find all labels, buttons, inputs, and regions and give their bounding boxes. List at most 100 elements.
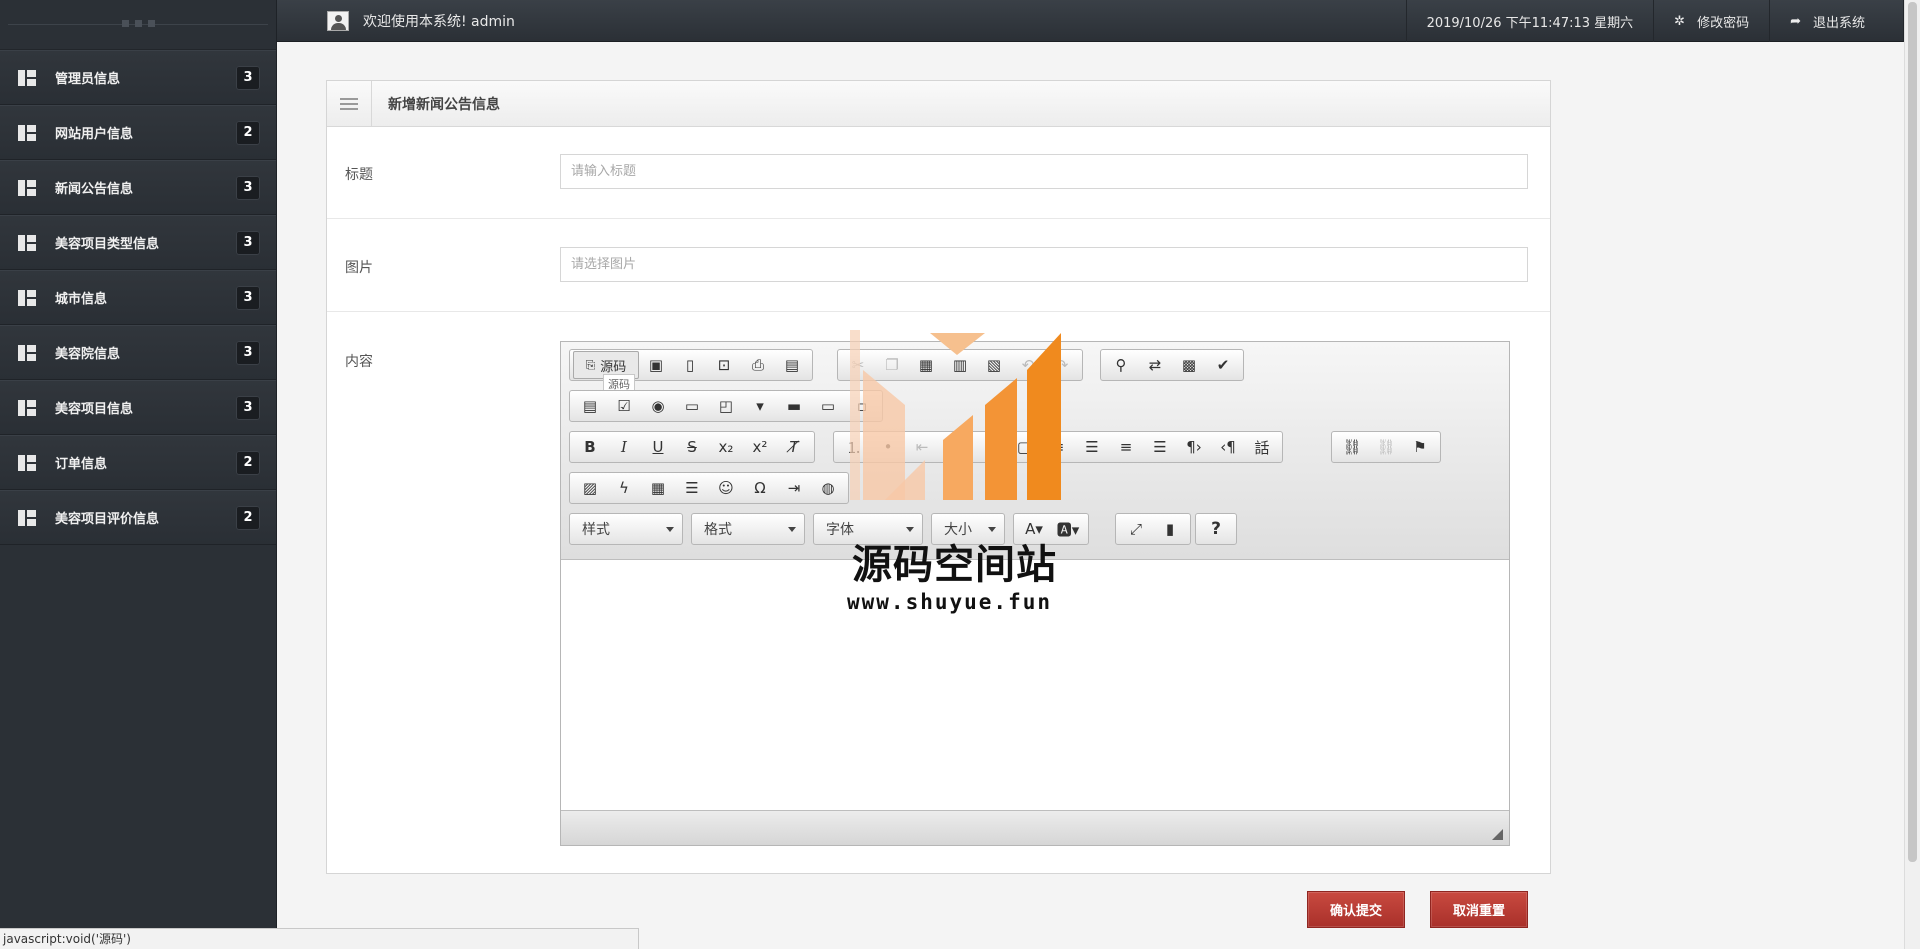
editor-toolbar: ⎘ 源码 ▣ ▯ ⊡ ⎙ ▤ 源码 ✂ ❐ ▦ ▥ ▧ ↶ ↷ ⚲ ⇄ ▩ ✔ … <box>561 342 1509 560</box>
indent-icon[interactable]: ⇥ <box>939 433 973 461</box>
count-badge: 3 <box>236 65 260 90</box>
sidebar-item[interactable]: 订单信息 2 <box>0 435 276 490</box>
blockquote-icon[interactable]: ❝ <box>973 433 1007 461</box>
toolbar-group-about: ? <box>1195 513 1237 545</box>
count-badge: 3 <box>236 285 260 310</box>
sidebar-item-label: 订单信息 <box>55 457 108 472</box>
paste-word-icon[interactable]: ▧ <box>977 351 1011 379</box>
remove-format-icon[interactable]: T̸ <box>777 433 811 461</box>
content-label: 内容 <box>345 354 373 370</box>
title-label: 标题 <box>345 167 373 183</box>
image-icon[interactable]: ▨ <box>573 474 607 502</box>
image-button-icon[interactable]: ▭ <box>811 392 845 420</box>
style-combo[interactable]: 样式 <box>569 513 683 545</box>
text-field-icon[interactable]: ▭ <box>675 392 709 420</box>
sidebar-item[interactable]: 网站用户信息 2 <box>0 105 276 160</box>
toolbar-group-links: ⛓ ⛓ ⚑ <box>1331 431 1441 463</box>
logout-button[interactable]: ➦ 退出系统 <box>1769 0 1904 42</box>
radio-icon[interactable]: ◉ <box>641 392 675 420</box>
rtl-icon[interactable]: ‹¶ <box>1211 433 1245 461</box>
font-combo[interactable]: 字体 <box>813 513 923 545</box>
sidebar-item[interactable]: 管理员信息 3 <box>0 50 276 105</box>
numbered-list-icon[interactable]: ⒈ <box>837 433 871 461</box>
find-icon[interactable]: ⚲ <box>1104 351 1138 379</box>
sidebar-item[interactable]: 美容项目评价信息 2 <box>0 490 276 545</box>
undo-icon[interactable]: ↶ <box>1011 351 1045 379</box>
anchor-flag-icon[interactable]: ⚑ <box>1403 433 1437 461</box>
preview-icon[interactable]: ⊡ <box>707 351 741 379</box>
ltr-icon[interactable]: ¶› <box>1177 433 1211 461</box>
div-icon[interactable]: ▢ <box>1007 433 1041 461</box>
cut-icon[interactable]: ✂ <box>841 351 875 379</box>
text-color-icon[interactable]: A▾ <box>1017 515 1051 543</box>
page-break-icon[interactable]: ⇥ <box>777 474 811 502</box>
submit-button[interactable]: 确认提交 <box>1307 891 1405 928</box>
reset-button[interactable]: 取消重置 <box>1430 891 1528 928</box>
checkbox-icon[interactable]: ☑ <box>607 392 641 420</box>
smiley-icon[interactable]: ☺ <box>709 474 743 502</box>
editor-footer <box>561 810 1509 845</box>
sidebar-item[interactable]: 美容项目信息 3 <box>0 380 276 435</box>
sidebar-item[interactable]: 城市信息 3 <box>0 270 276 325</box>
special-char-icon[interactable]: Ω <box>743 474 777 502</box>
link-icon[interactable]: ⛓ <box>1335 433 1369 461</box>
bulleted-list-icon[interactable]: • <box>871 433 905 461</box>
underline-icon[interactable]: U <box>641 433 675 461</box>
maximize-icon[interactable]: ⤢ <box>1119 515 1153 543</box>
title-row: 标题 <box>327 127 1550 219</box>
flash-icon[interactable]: ϟ <box>607 474 641 502</box>
change-password-button[interactable]: ✲ 修改密码 <box>1653 0 1769 42</box>
superscript-icon[interactable]: x² <box>743 433 777 461</box>
bg-color-icon[interactable]: 🅰▾ <box>1051 515 1085 543</box>
outdent-icon[interactable]: ⇤ <box>905 433 939 461</box>
spellcheck-icon[interactable]: ✔ <box>1206 351 1240 379</box>
button-field-icon[interactable]: ▬ <box>777 392 811 420</box>
sidebar-collapse-handle[interactable] <box>0 0 276 50</box>
paste-icon[interactable]: ▦ <box>909 351 943 379</box>
sidebar-item[interactable]: 新闻公告信息 3 <box>0 160 276 215</box>
sidebar-item[interactable]: 美容院信息 3 <box>0 325 276 380</box>
save-icon[interactable]: ▣ <box>639 351 673 379</box>
format-combo[interactable]: 格式 <box>691 513 805 545</box>
textarea-icon[interactable]: ◰ <box>709 392 743 420</box>
help-icon[interactable]: ? <box>1199 515 1233 543</box>
hidden-field-icon[interactable]: ▫ <box>845 392 879 420</box>
dashboard-layout-icon <box>18 69 36 86</box>
horizontal-rule-icon[interactable]: ☰ <box>675 474 709 502</box>
align-right-icon[interactable]: ≡ <box>1109 433 1143 461</box>
dashboard-layout-icon <box>18 344 36 361</box>
show-blocks-icon[interactable]: ▮ <box>1153 515 1187 543</box>
dashboard-layout-icon <box>18 179 36 196</box>
chevron-down-icon <box>988 527 996 532</box>
paste-text-icon[interactable]: ▥ <box>943 351 977 379</box>
scrollbar-thumb[interactable] <box>1908 2 1917 862</box>
iframe-globe-icon[interactable]: ◍ <box>811 474 845 502</box>
new-page-icon[interactable]: ▯ <box>673 351 707 379</box>
sidebar-item[interactable]: 美容项目类型信息 3 <box>0 215 276 270</box>
resize-handle-icon[interactable] <box>1492 829 1503 840</box>
bold-icon[interactable]: B <box>573 433 607 461</box>
italic-icon[interactable]: I <box>607 433 641 461</box>
align-justify-icon[interactable]: ☰ <box>1143 433 1177 461</box>
table-icon[interactable]: ▦ <box>641 474 675 502</box>
form-icon[interactable]: ▤ <box>573 392 607 420</box>
print-icon[interactable]: ⎙ <box>741 351 775 379</box>
align-center-icon[interactable]: ☰ <box>1075 433 1109 461</box>
align-left-icon[interactable]: ≡ <box>1041 433 1075 461</box>
toolbar-group-tools: ⤢ ▮ <box>1115 513 1191 545</box>
vertical-scrollbar[interactable] <box>1904 0 1920 949</box>
unlink-icon[interactable]: ⛓ <box>1369 433 1403 461</box>
redo-icon[interactable]: ↷ <box>1045 351 1079 379</box>
subscript-icon[interactable]: x₂ <box>709 433 743 461</box>
language-icon[interactable]: 話 <box>1245 433 1279 461</box>
templates-icon[interactable]: ▤ <box>775 351 809 379</box>
copy-icon[interactable]: ❐ <box>875 351 909 379</box>
editor-content-area[interactable] <box>561 560 1509 810</box>
strikethrough-icon[interactable]: S <box>675 433 709 461</box>
replace-icon[interactable]: ⇄ <box>1138 351 1172 379</box>
select-all-icon[interactable]: ▩ <box>1172 351 1206 379</box>
title-input[interactable] <box>560 154 1528 189</box>
size-combo[interactable]: 大小 <box>931 513 1005 545</box>
select-field-icon[interactable]: ▾ <box>743 392 777 420</box>
image-input[interactable] <box>560 247 1528 282</box>
